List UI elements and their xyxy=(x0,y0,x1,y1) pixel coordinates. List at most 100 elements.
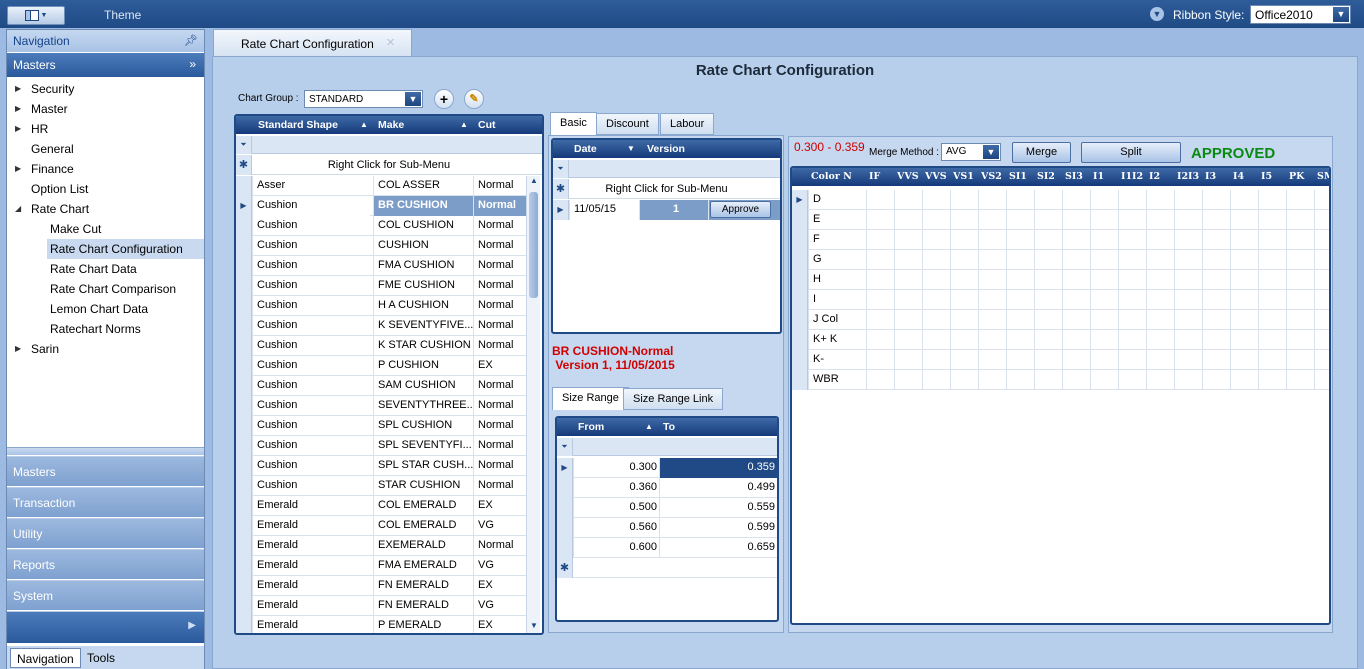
tab-tools[interactable]: Tools xyxy=(81,648,121,668)
tab-labour[interactable]: Labour xyxy=(660,113,715,135)
chart-group-select[interactable]: STANDARD ▼ xyxy=(304,90,423,108)
rate-cell[interactable] xyxy=(950,270,978,290)
rate-cell[interactable] xyxy=(1062,190,1090,210)
rate-cell[interactable] xyxy=(1202,310,1230,330)
rate-cell[interactable] xyxy=(1258,230,1286,250)
rate-cell[interactable] xyxy=(1230,370,1258,390)
col-grade[interactable]: I2 xyxy=(1149,171,1174,182)
table-row[interactable]: Emerald FN EMERALD VG xyxy=(236,596,526,616)
rate-cell[interactable] xyxy=(950,290,978,310)
rate-cell[interactable] xyxy=(922,350,950,370)
col-grade[interactable]: I5 xyxy=(1261,171,1286,182)
rate-cell[interactable] xyxy=(922,330,950,350)
rate-cell[interactable] xyxy=(1258,190,1286,210)
rate-cell[interactable] xyxy=(1062,230,1090,250)
rate-cell[interactable] xyxy=(978,190,1006,210)
rate-cell[interactable] xyxy=(978,310,1006,330)
rate-cell[interactable] xyxy=(1034,230,1062,250)
rate-cell[interactable] xyxy=(978,250,1006,270)
rate-cell[interactable] xyxy=(978,270,1006,290)
rate-cell[interactable] xyxy=(1202,350,1230,370)
chevron-down-icon[interactable]: ▼ xyxy=(1150,7,1164,21)
rate-cell[interactable] xyxy=(1146,210,1174,230)
rate-cell[interactable] xyxy=(1314,350,1329,370)
filter-row[interactable] xyxy=(553,160,780,178)
rate-cell[interactable] xyxy=(1230,230,1258,250)
nav-item[interactable]: Rate Chart Data xyxy=(47,259,204,279)
col-standard-shape[interactable]: Standard Shape xyxy=(258,119,338,131)
rate-cell[interactable] xyxy=(1090,230,1118,250)
rate-cell[interactable] xyxy=(1006,350,1034,370)
table-row[interactable]: Cushion SPL STAR CUSH... Normal xyxy=(236,456,526,476)
tab-basic[interactable]: Basic xyxy=(550,112,597,135)
rate-cell[interactable] xyxy=(1230,290,1258,310)
nav-item[interactable]: Make Cut xyxy=(47,219,204,239)
rate-cell[interactable] xyxy=(1230,210,1258,230)
rate-cell[interactable] xyxy=(1286,290,1314,310)
table-row[interactable]: Cushion SEVENTYTHREE... Normal xyxy=(236,396,526,416)
rate-cell[interactable] xyxy=(1258,370,1286,390)
rate-cell[interactable] xyxy=(894,190,922,210)
rate-cell[interactable] xyxy=(1062,210,1090,230)
rate-cell[interactable] xyxy=(1286,230,1314,250)
nav-item[interactable]: ▶ Finance xyxy=(7,159,204,179)
col-grade[interactable]: I2I3 xyxy=(1177,171,1202,182)
col-cut[interactable]: Cut xyxy=(478,119,496,131)
col-grade[interactable]: VVS xyxy=(897,171,922,182)
rate-cell[interactable] xyxy=(1230,270,1258,290)
table-row[interactable]: E xyxy=(792,210,1329,230)
table-row[interactable]: WBR xyxy=(792,370,1329,390)
rate-cell[interactable] xyxy=(1062,270,1090,290)
rate-cell[interactable] xyxy=(1090,310,1118,330)
rate-cell[interactable] xyxy=(894,330,922,350)
tab-navigation[interactable]: Navigation xyxy=(10,648,81,668)
rate-cell[interactable] xyxy=(1314,330,1329,350)
rate-cell[interactable] xyxy=(1034,330,1062,350)
rate-cell[interactable] xyxy=(1062,350,1090,370)
nav-item[interactable]: Lemon Chart Data xyxy=(47,299,204,319)
rate-cell[interactable] xyxy=(866,350,894,370)
rate-cell[interactable] xyxy=(894,290,922,310)
col-make[interactable]: Make xyxy=(378,119,404,131)
ribbon-style-select[interactable]: Office2010 ▼ xyxy=(1250,5,1351,24)
rate-cell[interactable] xyxy=(950,230,978,250)
rate-cell[interactable] xyxy=(922,190,950,210)
rate-cell[interactable] xyxy=(1006,190,1034,210)
rate-cell[interactable] xyxy=(1286,350,1314,370)
rate-cell[interactable] xyxy=(1146,350,1174,370)
rate-cell[interactable] xyxy=(978,350,1006,370)
rate-cell[interactable] xyxy=(1174,190,1202,210)
expand-arrow-icon[interactable]: ▶ xyxy=(15,79,21,99)
scroll-up-icon[interactable]: ▲ xyxy=(527,176,541,188)
rate-cell[interactable] xyxy=(1258,210,1286,230)
rate-cell[interactable] xyxy=(1062,330,1090,350)
rate-cell[interactable] xyxy=(866,310,894,330)
col-grade[interactable]: VVS xyxy=(925,171,950,182)
rate-cell[interactable] xyxy=(1146,310,1174,330)
col-grade[interactable]: SMC xyxy=(1317,171,1329,182)
nav-item[interactable]: ▶ Security xyxy=(7,79,204,99)
rate-cell[interactable] xyxy=(1174,370,1202,390)
merge-button[interactable]: Merge xyxy=(1012,142,1071,163)
table-row[interactable]: Cushion CUSHION Normal xyxy=(236,236,526,256)
rate-cell[interactable] xyxy=(1034,350,1062,370)
rate-cell[interactable] xyxy=(950,350,978,370)
table-row[interactable]: Emerald P EMERALD EX xyxy=(236,616,526,633)
nav-item[interactable]: Rate Chart Configuration xyxy=(47,239,204,259)
table-row[interactable]: Cushion COL CUSHION Normal xyxy=(236,216,526,236)
nav-section-button[interactable]: Utility xyxy=(7,518,204,548)
rate-cell[interactable] xyxy=(1118,190,1146,210)
rate-cell[interactable] xyxy=(866,330,894,350)
rate-cell[interactable] xyxy=(1230,190,1258,210)
rate-cell[interactable] xyxy=(950,190,978,210)
nav-section-button[interactable]: Transaction xyxy=(7,487,204,517)
rate-cell[interactable] xyxy=(1146,190,1174,210)
rate-cell[interactable] xyxy=(866,270,894,290)
table-row[interactable]: Cushion SPL SEVENTYFI... Normal xyxy=(236,436,526,456)
rate-cell[interactable] xyxy=(1202,290,1230,310)
table-row[interactable]: Cushion P CUSHION EX xyxy=(236,356,526,376)
rate-cell[interactable] xyxy=(1090,330,1118,350)
filter-row[interactable] xyxy=(557,438,777,456)
rate-cell[interactable] xyxy=(978,370,1006,390)
table-row[interactable]: Cushion FMA CUSHION Normal xyxy=(236,256,526,276)
